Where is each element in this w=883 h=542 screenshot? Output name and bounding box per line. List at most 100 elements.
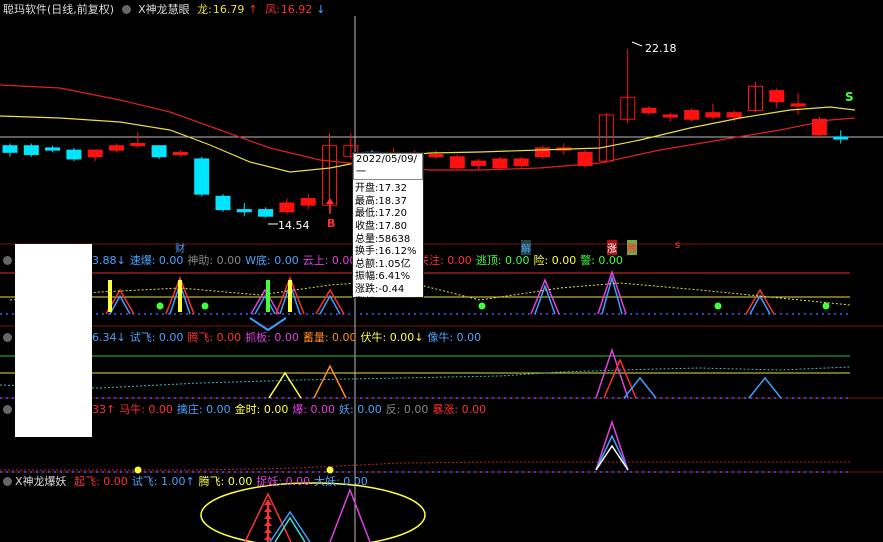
candle-body — [513, 158, 529, 167]
tooltip-row: 最低:17.20 — [355, 208, 407, 220]
marker-s: s — [675, 240, 681, 251]
p4-indicator: 爆: 0.00 — [292, 403, 336, 416]
signal-peak — [595, 444, 629, 471]
title-bar: 聪玛软件(日线,前复权) X神龙慧眼 龙:16.79 ↑ 凤:16.92 ↓ — [3, 3, 326, 16]
signal-peak — [534, 283, 556, 315]
indicator-menu-icon[interactable] — [121, 5, 131, 14]
ma-long-line — [0, 84, 856, 171]
tooltip-row: 涨幅:-2.41% — [355, 296, 414, 308]
candle-body — [66, 149, 82, 160]
panel5-menu-icon[interactable] — [3, 477, 12, 486]
tooltip-row: 总量:58638 — [355, 233, 411, 245]
signal-peak — [745, 288, 775, 315]
p2-indicator: 云上: 0.00 — [302, 254, 357, 267]
p3-indicator: 像牛: 0.00 — [427, 331, 482, 344]
indicator-name[interactable]: X神龙慧眼 — [138, 3, 190, 16]
p2-indicator: 3.88↓ — [92, 254, 126, 267]
phoenix-value: 16.92 — [280, 3, 313, 16]
p5-indicator: 捉妖: 0.00 — [256, 475, 311, 488]
candle-body — [258, 209, 274, 217]
candle-body — [87, 149, 103, 158]
panel2-menu-icon[interactable] — [3, 256, 12, 265]
signal-bar — [288, 280, 292, 312]
p4-indicator: 擒庄: 0.00 — [176, 403, 231, 416]
candle-body — [726, 112, 742, 118]
signal-dot — [156, 302, 164, 310]
low-price-label: 14.54 — [278, 219, 310, 232]
signal-bar — [108, 280, 112, 312]
p3-indicator: 6.34↓ — [92, 331, 126, 344]
signal-dot — [201, 302, 209, 310]
candle-body — [790, 103, 806, 107]
highlight-ellipse — [200, 482, 426, 542]
marker-teng: 腾 — [627, 240, 637, 255]
candle-body — [279, 202, 295, 213]
candle-body — [769, 90, 785, 103]
tooltip-row: 开盘:17.32 — [355, 183, 407, 195]
p4-indicator: 暴涨: 0.00 — [432, 403, 487, 416]
p4-indicator: 反: 0.00 — [385, 403, 429, 416]
signal-dot — [714, 302, 722, 310]
signal-peak — [319, 294, 341, 315]
marker-zhang: 涨 — [607, 240, 617, 255]
candle-body — [833, 136, 849, 140]
candle-body — [492, 158, 508, 169]
marker-jie: 解 — [521, 240, 531, 255]
signal-peak — [595, 434, 629, 471]
signal-peak — [315, 288, 345, 315]
candle-body — [641, 107, 657, 114]
candle-body — [109, 145, 124, 151]
long-value: 16.79 — [212, 3, 245, 16]
chart-canvas[interactable] — [0, 0, 883, 542]
signal-peak — [250, 288, 280, 315]
candle-tooltip: 2022/05/09/一 开盘:17.32 最高:18.37 最低:17.20 收盘:… — [352, 152, 424, 308]
candle-body — [45, 147, 61, 151]
signal-peak — [749, 294, 771, 315]
panel4-header: 33↑ 马牛: 0.00 擒庄: 0.00 金时: 0.00 爆: 0.00 妖: 0.0… — [92, 403, 490, 417]
p5-indicator: 试飞: 1.00↑ — [131, 475, 195, 488]
candle-body — [23, 145, 39, 156]
p4-indicator: 马牛: 0.00 — [119, 403, 173, 416]
signal-bar — [178, 280, 182, 312]
blank-overlay — [15, 244, 92, 437]
long-label: 龙: — [197, 3, 212, 16]
p4-indicator: 33↑ — [92, 403, 116, 416]
tooltip-date: 2022/05/09/一 — [353, 153, 423, 181]
p2-indicator: 险: 0.00 — [533, 254, 577, 267]
panel3-menu-icon[interactable] — [3, 333, 12, 342]
candle-body — [449, 156, 465, 169]
buy-arrow-icon — [326, 198, 334, 204]
p3-indicator: 蓄量: 0.00 — [302, 331, 357, 344]
marker-cai: 财 — [175, 244, 185, 255]
tooltip-row: 总额:1.05亿 — [355, 258, 411, 270]
candle-body — [471, 160, 487, 167]
signal-peak — [595, 347, 629, 399]
p2-indicator: 神助: 0.00 — [187, 254, 242, 267]
signal-peak — [748, 376, 782, 399]
p5-indicator: 起飞: 0.00 — [74, 475, 128, 488]
candle-body — [300, 198, 316, 206]
panel5-name: X神龙爆妖 — [15, 475, 67, 488]
panel3-header: 6.34↓ 试飞: 0.00 腾飞: 0.00 抓板: 0.00 蓄量: 0.00 伏牛:… — [92, 331, 485, 345]
candle-body — [236, 209, 252, 213]
high-price-label: 22.18 — [645, 42, 677, 55]
tooltip-row: 振幅:6.41% — [355, 271, 411, 283]
signal-dot — [478, 302, 486, 310]
panel4-dotted-line — [0, 461, 850, 471]
p2-indicator: 速爆: 0.00 — [129, 254, 184, 267]
phoenix-label: 凤: — [265, 3, 280, 16]
panel4-menu-icon[interactable] — [3, 405, 12, 414]
tooltip-row: 最高:18.37 — [355, 195, 407, 207]
p3-indicator: 腾飞: 0.00 — [187, 331, 242, 344]
signal-peak — [603, 358, 637, 399]
candle-body — [194, 158, 210, 195]
sell-signal: S — [845, 90, 854, 104]
signal-peak — [313, 364, 347, 399]
buy-signal: B — [327, 217, 336, 230]
p2-indicator: 关注: 0.00 — [418, 254, 472, 267]
signal-peak — [254, 294, 276, 315]
candle-body — [428, 154, 444, 158]
signal-dot — [326, 466, 334, 474]
p2-indicator: 警: 0.00 — [580, 254, 623, 267]
p5-indicator: 腾飞: 0.00 — [198, 475, 253, 488]
